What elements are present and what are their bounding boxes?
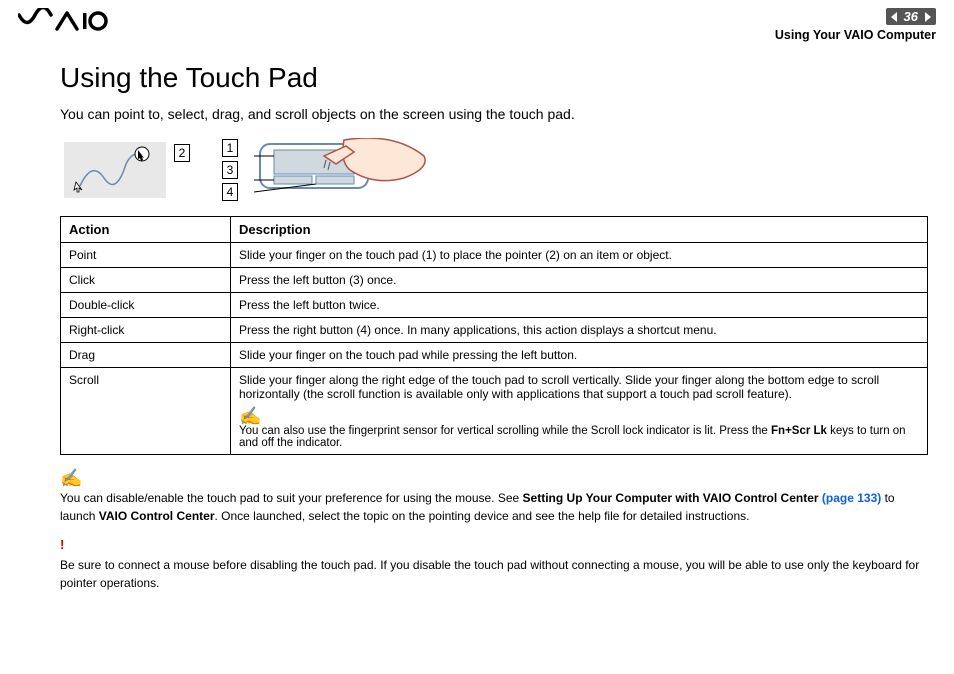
warning-icon: ! [60, 535, 928, 555]
table-row: Scroll Slide your finger along the right… [61, 367, 928, 454]
intro-text: You can point to, select, drag, and scro… [60, 106, 928, 122]
pencil-note-icon: ✍ [239, 406, 261, 426]
page-title: Using the Touch Pad [60, 62, 928, 94]
chapter-title: Using Your VAIO Computer [775, 28, 936, 42]
scroll-description: Slide your finger along the right edge o… [239, 373, 879, 401]
table-row: Right-clickPress the right button (4) on… [61, 317, 928, 342]
cursor-figure [64, 142, 166, 198]
header-description: Description [231, 216, 928, 242]
footnote-warning: ! Be sure to connect a mouse before disa… [60, 535, 928, 593]
callout-4: 4 [222, 183, 238, 201]
table-row: Double-clickPress the left button twice. [61, 292, 928, 317]
footnote-tip: ✍ You can disable/enable the touch pad t… [60, 469, 928, 525]
next-page-icon[interactable] [922, 11, 934, 23]
page-link[interactable]: (page 133) [819, 491, 882, 505]
pencil-note-icon: ✍ [60, 469, 924, 487]
illustration-row: 2 1 3 4 [64, 138, 928, 202]
page-number: 36 [904, 9, 918, 24]
table-row: PointSlide your finger on the touch pad … [61, 242, 928, 267]
callout-1: 1 [222, 139, 238, 157]
prev-page-icon[interactable] [888, 11, 900, 23]
actions-table: Action Description PointSlide your finge… [60, 216, 928, 455]
table-row: ClickPress the left button (3) once. [61, 267, 928, 292]
table-row: DragSlide your finger on the touch pad w… [61, 342, 928, 367]
touchpad-figure [254, 138, 440, 202]
vaio-logo [18, 8, 108, 39]
page-navigator[interactable]: 36 [886, 8, 936, 25]
callout-2: 2 [174, 144, 190, 162]
callout-3: 3 [222, 161, 238, 179]
header-action: Action [61, 216, 231, 242]
